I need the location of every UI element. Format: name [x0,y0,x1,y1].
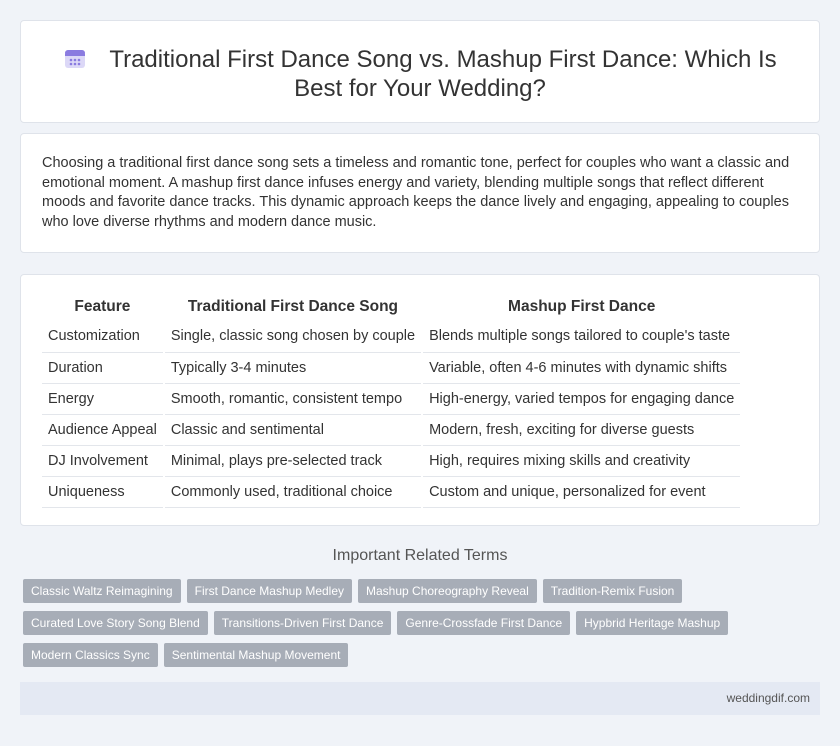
feature-cell: Duration [42,352,163,384]
traditional-cell: Single, classic song chosen by couple [164,321,422,353]
mashup-cell: Blends multiple songs tailored to couple… [423,321,741,353]
table-row: Uniqueness Commonly used, traditional ch… [42,476,741,508]
related-term-tag[interactable]: Sentimental Mashup Movement [163,643,349,667]
title-card: Traditional First Dance Song vs. Mashup … [20,20,820,123]
mashup-cell: High, requires mixing skills and creativ… [423,445,741,477]
feature-cell: DJ Involvement [42,445,163,477]
comparison-table: Feature Traditional First Dance Song Mas… [42,295,741,508]
related-term-tag[interactable]: Transitions-Driven First Dance [213,611,392,635]
feature-cell: Uniqueness [42,476,163,508]
calendar-icon [65,50,86,68]
feature-cell: Audience Appeal [42,414,163,446]
mashup-cell: High-energy, varied tempos for engaging … [423,383,741,415]
table-row: Energy Smooth, romantic, consistent temp… [42,383,741,415]
related-term-tag[interactable]: Classic Waltz Reimagining [23,579,181,603]
traditional-cell: Minimal, plays pre-selected track [164,445,422,477]
tag-row: Curated Love Story Song Blend Transition… [23,611,729,635]
feature-cell: Customization [42,321,163,353]
page-title: Traditional First Dance Song vs. Mashup … [21,45,819,103]
traditional-cell: Commonly used, traditional choice [164,476,422,508]
related-terms-list: Classic Waltz Reimagining First Dance Ma… [23,579,729,675]
traditional-cell: Typically 3-4 minutes [164,352,422,384]
related-terms-title: Important Related Terms [332,547,508,564]
page-title-text: Traditional First Dance Song vs. Mashup … [109,46,777,102]
mashup-cell: Custom and unique, personalized for even… [423,476,741,508]
related-term-tag[interactable]: Mashup Choreography Reveal [358,579,537,603]
mashup-cell: Variable, often 4-6 minutes with dynamic… [423,352,741,384]
table-row: Audience Appeal Classic and sentimental … [42,414,741,446]
related-term-tag[interactable]: First Dance Mashup Medley [186,579,352,603]
intro-card: Choosing a traditional first dance song … [20,133,820,253]
footer-site-name: weddingdif.com [726,691,810,705]
feature-cell: Energy [42,383,163,415]
header-feature: Feature [74,298,131,315]
table-row: Customization Single, classic song chose… [42,321,741,353]
tag-row: Modern Classics Sync Sentimental Mashup … [23,643,723,667]
traditional-cell: Classic and sentimental [164,414,422,446]
related-term-tag[interactable]: Genre-Crossfade First Dance [397,611,571,635]
header-traditional: Traditional First Dance Song [187,298,399,315]
related-term-tag[interactable]: Modern Classics Sync [23,643,158,667]
footer-bar: weddingdif.com [20,682,820,715]
traditional-cell: Smooth, romantic, consistent tempo [164,383,422,415]
table-row: Duration Typically 3-4 minutes Variable,… [42,352,741,384]
table-header-row: Feature Traditional First Dance Song Mas… [42,295,740,321]
related-term-tag[interactable]: Curated Love Story Song Blend [23,611,208,635]
tag-row: Classic Waltz Reimagining First Dance Ma… [23,579,723,603]
related-term-tag[interactable]: Tradition-Remix Fusion [542,579,683,603]
header-mashup: Mashup First Dance [508,298,656,315]
intro-paragraph: Choosing a traditional first dance song … [42,155,790,230]
mashup-cell: Modern, fresh, exciting for diverse gues… [423,414,741,446]
table-row: DJ Involvement Minimal, plays pre-select… [42,445,741,477]
related-term-tag[interactable]: Hypbrid Heritage Mashup [576,611,729,635]
comparison-card: Feature Traditional First Dance Song Mas… [20,274,820,526]
